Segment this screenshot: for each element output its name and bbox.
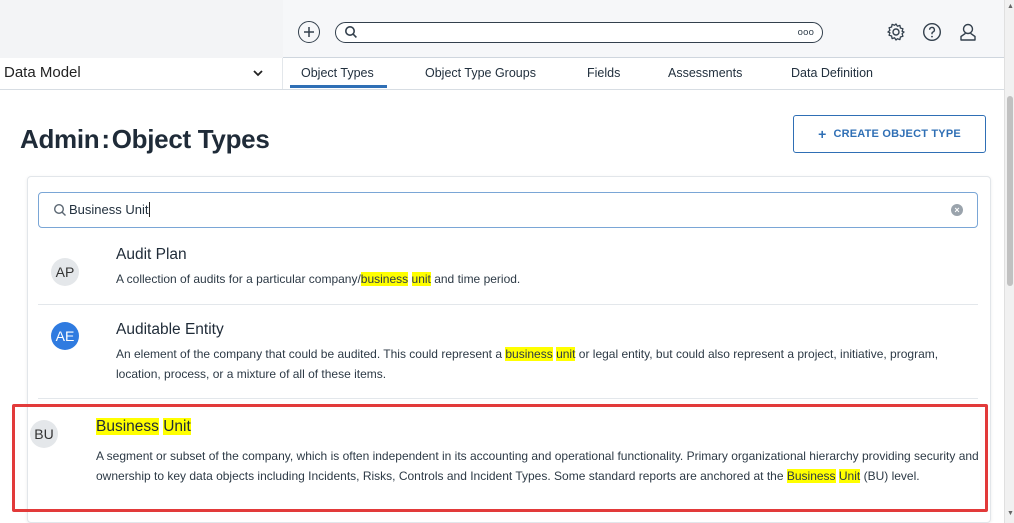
create-object-type-button[interactable]: + CREATE OBJECT TYPE xyxy=(793,115,986,153)
module-selector[interactable]: Data Model xyxy=(0,58,283,89)
avatar: AE xyxy=(51,322,79,350)
add-button[interactable] xyxy=(298,21,320,43)
callout-highlight-box xyxy=(12,404,988,512)
search-value: Business Unit xyxy=(69,202,151,217)
search-icon xyxy=(345,26,357,38)
page-title: Admin:Object Types xyxy=(20,124,270,154)
create-button-label: CREATE OBJECT TYPE xyxy=(833,128,961,140)
global-search-input[interactable]: ooo xyxy=(335,22,823,43)
tab-object-types[interactable]: Object Types xyxy=(301,66,374,80)
more-options-icon[interactable]: ooo xyxy=(797,28,814,38)
result-description: A collection of audits for a particular … xyxy=(116,272,521,286)
result-title[interactable]: Auditable Entity xyxy=(116,321,224,339)
help-button[interactable] xyxy=(921,21,943,43)
scroll-up-icon[interactable]: ▲ xyxy=(1007,3,1014,10)
tab-assessments[interactable]: Assessments xyxy=(668,66,742,80)
divider xyxy=(38,304,978,305)
brand-area xyxy=(0,0,283,58)
avatar: AP xyxy=(51,258,79,286)
search-icon xyxy=(53,203,66,216)
user-icon xyxy=(960,23,976,41)
gear-icon xyxy=(887,23,905,41)
plus-circle-icon xyxy=(304,27,314,37)
result-description: An element of the company that could be … xyxy=(116,347,939,381)
divider xyxy=(38,398,978,399)
tab-fields[interactable]: Fields xyxy=(587,66,620,80)
page-scrollbar[interactable]: ▲ ▼ xyxy=(1004,0,1014,523)
active-tab-indicator xyxy=(290,85,387,88)
user-button[interactable] xyxy=(957,21,979,43)
nav-bar: Data Model Object Types Object Type Grou… xyxy=(0,58,1004,90)
clear-search-icon[interactable]: × xyxy=(951,204,963,216)
question-icon xyxy=(922,22,942,42)
module-label: Data Model xyxy=(4,64,81,81)
scroll-thumb[interactable] xyxy=(1007,96,1013,286)
settings-button[interactable] xyxy=(885,21,907,43)
scroll-down-icon[interactable]: ▼ xyxy=(1007,510,1014,517)
tab-data-definition[interactable]: Data Definition xyxy=(791,66,873,80)
tab-object-type-groups[interactable]: Object Type Groups xyxy=(425,66,536,80)
top-bar: ooo xyxy=(0,0,1004,58)
plus-icon: + xyxy=(818,126,827,142)
object-type-search-input[interactable]: Business Unit × xyxy=(38,192,978,228)
chevron-down-icon xyxy=(253,70,263,77)
result-title[interactable]: Audit Plan xyxy=(116,246,187,264)
